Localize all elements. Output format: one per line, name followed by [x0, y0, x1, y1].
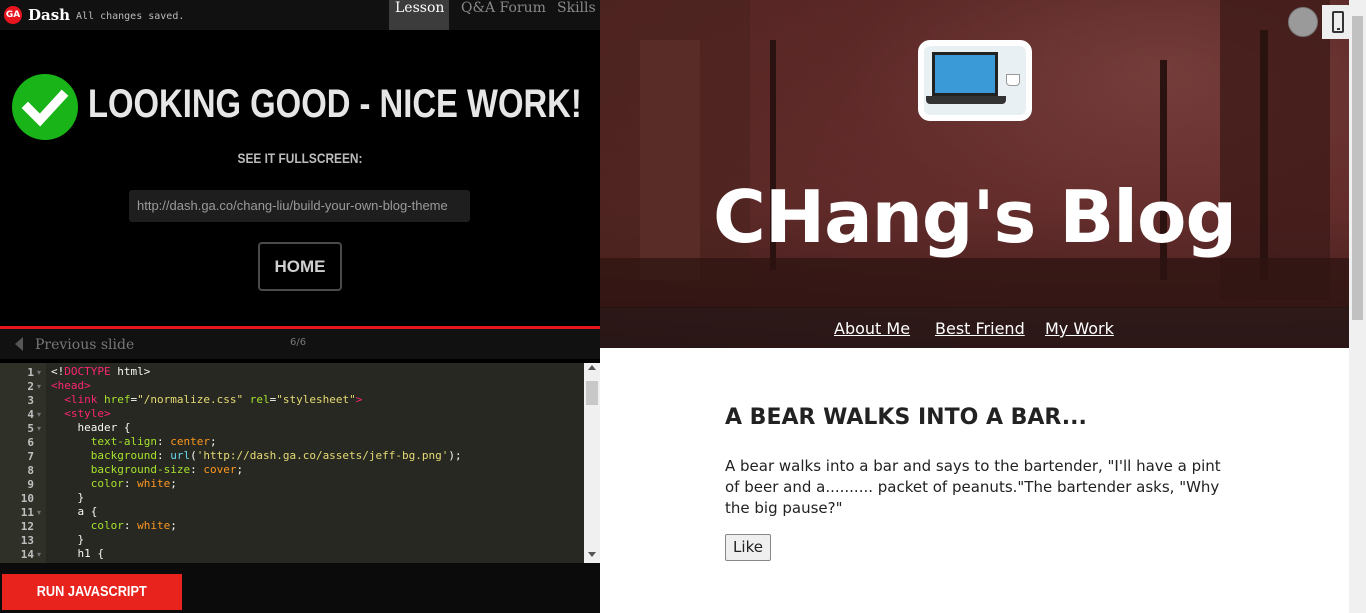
code-line: color: white;	[90, 519, 177, 532]
nav-about-me[interactable]: About Me	[834, 319, 910, 338]
fullscreen-label: SEE IT FULLSCREEN:	[237, 150, 363, 166]
line-number: 9	[27, 478, 34, 491]
nav-my-work[interactable]: My Work	[1045, 319, 1114, 338]
code-line: <!DOCTYPE html>	[51, 365, 151, 378]
scroll-up-icon[interactable]	[588, 365, 596, 370]
desktop-view-toggle[interactable]	[1288, 7, 1318, 37]
line-number: 5	[27, 422, 34, 435]
lesson-panel: GA Dash All changes saved. Lesson Q&A Fo…	[0, 0, 600, 613]
success-message: LOOKING GOOD - NICE WORK! SEE IT FULLSCR…	[0, 30, 600, 326]
like-button[interactable]: Like	[725, 534, 771, 561]
code-line: background-size: cover;	[90, 463, 244, 476]
save-status: All changes saved.	[76, 11, 185, 22]
line-number: 10	[20, 492, 34, 505]
fold-icon[interactable]: ▾	[37, 410, 41, 419]
fold-icon[interactable]: ▾	[37, 424, 41, 433]
editor-scrollbar[interactable]	[584, 363, 600, 563]
code-line: header {	[51, 421, 131, 434]
line-number: 2	[27, 380, 34, 393]
code-line: <head>	[51, 379, 91, 392]
line-number: 4	[27, 408, 34, 421]
fold-icon[interactable]: ▾	[37, 382, 41, 391]
nav-best-friend[interactable]: Best Friend	[935, 319, 1025, 338]
line-number: 6	[27, 436, 34, 449]
fold-icon[interactable]: ▾	[37, 508, 41, 517]
line-number: 8	[27, 464, 34, 477]
top-bar: GA Dash All changes saved. Lesson Q&A Fo…	[0, 0, 600, 30]
code-line: <link href="/normalize.css" rel="stylesh…	[64, 393, 363, 406]
line-number: 12	[20, 520, 34, 533]
laptop-icon	[932, 52, 998, 96]
checkmark-icon	[12, 74, 78, 140]
code-line: }	[51, 533, 85, 546]
scrollbar-thumb[interactable]	[586, 381, 598, 405]
code-line: h1 {	[51, 547, 104, 560]
scrollbar-thumb[interactable]	[1352, 16, 1363, 320]
coffee-cup-icon	[1006, 74, 1020, 86]
slide-nav: Previous slide 6/6	[0, 329, 600, 359]
line-gutter: 1 2 3 4 5 6 7 8 9 10 11 12 13 14 ▾ ▾ ▾ ▾…	[0, 363, 46, 563]
app-name: Dash	[28, 6, 71, 24]
ga-logo-icon: GA	[4, 6, 22, 24]
line-number: 13	[20, 534, 34, 547]
tab-qa-forum[interactable]: Q&A Forum	[455, 0, 552, 30]
blog-header: CHang's Blog About Me Best Friend My Wor…	[600, 0, 1349, 348]
line-number: 11	[20, 506, 34, 519]
fullscreen-url-field[interactable]: http://dash.ga.co/chang-liu/build-your-o…	[129, 190, 470, 222]
post-body: A bear walks into a bar and says to the …	[725, 457, 1221, 517]
code-line: }	[51, 491, 85, 504]
blog-logo	[918, 40, 1032, 121]
tab-skills[interactable]: Skills	[551, 0, 602, 30]
run-javascript-button[interactable]: RUN JAVASCRIPT	[2, 574, 182, 610]
chevron-left-icon[interactable]	[15, 337, 23, 351]
code-editor[interactable]: 1 2 3 4 5 6 7 8 9 10 11 12 13 14 ▾ ▾ ▾ ▾…	[0, 363, 600, 563]
blog-title: CHang's Blog	[712, 175, 1237, 259]
code-line: <style>	[64, 407, 111, 420]
laptop-base	[926, 96, 1006, 104]
preview-panel: CHang's Blog About Me Best Friend My Wor…	[600, 0, 1366, 613]
line-number: 14	[20, 548, 34, 561]
line-number: 7	[27, 450, 34, 463]
fold-icon[interactable]: ▾	[37, 550, 41, 559]
background-street	[600, 258, 1349, 308]
run-button-label: RUN JAVASCRIPT	[36, 583, 148, 600]
post-title: A BEAR WALKS INTO A BAR...	[725, 405, 1087, 430]
code-line: color: white;	[90, 477, 177, 490]
code-line: background: url('http://dash.ga.co/asset…	[90, 449, 462, 462]
tab-lesson[interactable]: Lesson	[389, 0, 449, 30]
preview-scrollbar[interactable]	[1349, 0, 1366, 613]
fold-icon[interactable]: ▾	[37, 368, 41, 377]
blog-nav: About Me Best Friend My Work	[600, 307, 1349, 348]
phone-icon	[1332, 11, 1344, 33]
slide-counter: 6/6	[290, 337, 307, 348]
code-line: a {	[51, 505, 98, 518]
bottom-bar: RUN JAVASCRIPT	[0, 563, 600, 613]
line-number: 1	[27, 366, 34, 379]
line-number: 3	[27, 394, 34, 407]
success-headline: LOOKING GOOD - NICE WORK!	[88, 82, 582, 126]
previous-slide-link[interactable]: Previous slide	[35, 337, 134, 353]
scroll-down-icon[interactable]	[588, 552, 596, 557]
mobile-view-toggle[interactable]	[1322, 5, 1349, 39]
home-button[interactable]: HOME	[258, 242, 342, 291]
code-line: text-align: center;	[90, 435, 217, 448]
